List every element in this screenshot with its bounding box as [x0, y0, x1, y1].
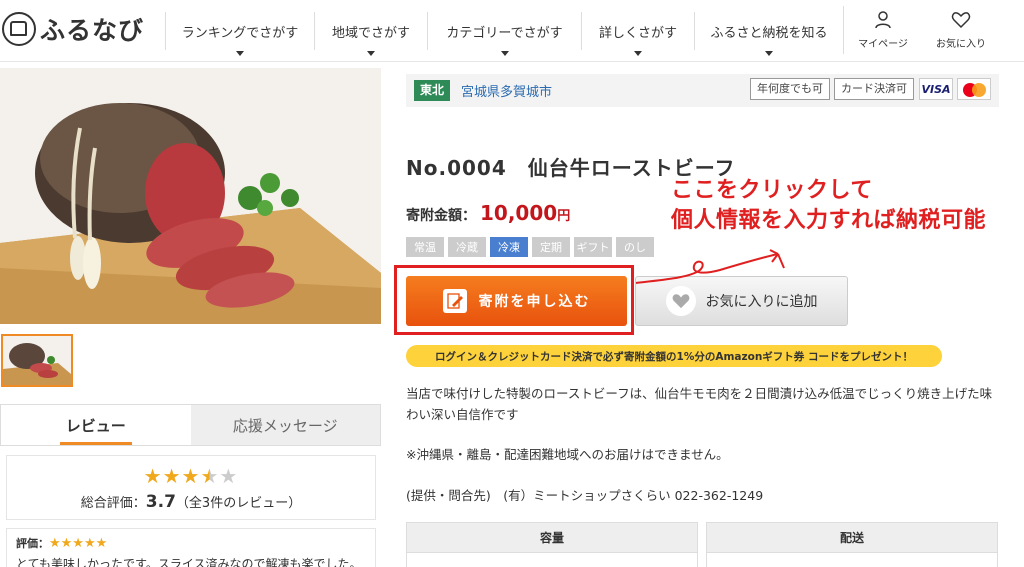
nav-region[interactable]: 地域でさがす: [314, 12, 427, 56]
apply-donation-button[interactable]: 寄附を申し込む: [406, 276, 627, 326]
nav-detail-search[interactable]: 詳しくさがす: [581, 12, 694, 56]
tag-gift: ギフト: [574, 237, 612, 257]
nav-label: ふるさと納税を知る: [710, 25, 828, 41]
nav-category[interactable]: カテゴリーでさがす: [427, 12, 581, 56]
star-icon: ★: [181, 464, 201, 488]
mastercard-icon: [957, 78, 991, 100]
tag-noshi: のし: [616, 237, 654, 257]
price-label: 寄附金額：: [406, 208, 476, 224]
nav-label: ランキングでさがす: [181, 25, 299, 41]
delivery-tags: 常温 冷蔵 冷凍 定期 ギフト のし: [406, 237, 658, 257]
star-icon: ★: [143, 464, 163, 488]
city-link[interactable]: 宮城県多賀城市: [461, 81, 552, 100]
caret-down-icon: [236, 51, 244, 56]
overall-count: （全3件のレビュー）: [175, 496, 302, 511]
nav-label: 詳しくさがす: [598, 25, 677, 41]
user-icon: [875, 11, 891, 29]
tab-support-message[interactable]: 応援メッセージ: [190, 405, 380, 445]
overall-label: 総合評価：: [80, 496, 146, 511]
delivery-notice: ※沖縄県・離島・配達困難地域へのお届けはできません。: [406, 447, 729, 462]
review-text: とても美味しかったです。スライス済みなので解凍も楽でした。: [16, 557, 362, 567]
header-icon-links: マイページ お気に入り: [843, 6, 1000, 54]
nav-label: カテゴリーでさがす: [446, 25, 563, 41]
review-rating-label: 評価：: [16, 537, 49, 550]
apply-label: 寄附を申し込む: [478, 294, 591, 310]
main-nav: ランキングでさがす 地域でさがす カテゴリーでさがす 詳しくさがす ふるさと納税…: [165, 12, 843, 56]
payment-tags: 年何度でも可 カード決済可 VISA: [746, 78, 991, 100]
price-value: 10,000: [480, 201, 558, 225]
add-favorite-button[interactable]: お気に入りに追加: [635, 276, 848, 326]
spec-delivery: 配送: [706, 522, 998, 567]
site-logo[interactable]: ふるなび: [2, 9, 144, 49]
tag-refrigerated: 冷蔵: [448, 237, 486, 257]
caret-down-icon: [634, 51, 642, 56]
spec-delivery-header: 配送: [707, 523, 997, 553]
product-description: 当店で味付けした特製のローストビーフは、仙台牛モモ肉を２日間漬け込み低温でじっく…: [406, 386, 993, 422]
site-header: ふるなび ランキングでさがす 地域でさがす カテゴリーでさがす 詳しくさがす ふ…: [0, 0, 1024, 62]
region-badge[interactable]: 東北: [414, 80, 451, 101]
star-empty-icon: ★: [219, 464, 239, 488]
star-half-icon: ★: [200, 464, 220, 488]
caret-down-icon: [765, 51, 773, 56]
heart-icon: [665, 286, 696, 316]
pay-tag-multiple-times: 年何度でも可: [750, 78, 830, 100]
thumbnail-photo: [3, 336, 71, 385]
overall-value: 3.7: [145, 492, 176, 512]
annotation-text: ここをクリックして 個人情報を入力すれば納税可能: [671, 176, 986, 236]
tab-review[interactable]: レビュー: [1, 405, 191, 445]
rating-stars: ★★★★★: [7, 464, 375, 488]
price-row: 寄附金額： 10,000 円: [406, 201, 570, 225]
price-unit: 円: [557, 209, 571, 224]
review-item: 評価：★★★★★ とても美味しかったです。スライス済みなので解凍も楽でした。: [6, 528, 376, 567]
annotation-line-2: 個人情報を入力すれば納税可能: [671, 208, 987, 233]
caret-down-icon: [500, 51, 509, 56]
roast-beef-photo: [0, 68, 381, 324]
tag-ambient: 常温: [406, 237, 444, 257]
nav-label: 地域でさがす: [331, 25, 410, 41]
annotation-line-1: ここをクリックして: [671, 178, 873, 203]
heart-icon: [951, 12, 971, 29]
favorites-link[interactable]: お気に入り: [922, 6, 1000, 54]
product-main-image[interactable]: [0, 68, 381, 324]
logo-text: ふるなび: [40, 16, 145, 45]
spec-capacity: 容量: [406, 522, 698, 567]
review-stars: ★★★★★: [49, 536, 108, 551]
mypage-label: マイページ: [858, 39, 908, 50]
nav-ranking[interactable]: ランキングでさがす: [165, 12, 314, 56]
tag-subscription: 定期: [532, 237, 570, 257]
provider-info: (提供・問合先) (有）ミートショップさくらい 022-362-1249: [406, 488, 764, 503]
promo-banner[interactable]: ログイン＆クレジットカード決済で必ず寄附金額の1%分のAmazonギフト券 コー…: [406, 345, 942, 367]
pay-tag-card: カード決済可: [834, 78, 914, 100]
region-bar: 東北 宮城県多賀城市 年何度でも可 カード決済可 VISA: [406, 74, 999, 107]
nav-about[interactable]: ふるさと納税を知る: [694, 12, 843, 56]
product-thumbnail[interactable]: [1, 334, 73, 387]
mypage-link[interactable]: マイページ: [844, 6, 922, 54]
logo-mark-icon: [2, 12, 36, 46]
favorites-label: お気に入り: [936, 39, 986, 50]
review-summary: ★★★★★ 総合評価：3.7（全3件のレビュー）: [6, 455, 376, 520]
tag-frozen: 冷凍: [490, 237, 528, 257]
overall-rating: 総合評価：3.7（全3件のレビュー）: [7, 492, 375, 512]
star-icon: ★: [162, 464, 182, 488]
spec-capacity-header: 容量: [407, 523, 697, 553]
pencil-icon: [442, 289, 467, 313]
favorite-label: お気に入りに追加: [705, 294, 818, 310]
caret-down-icon: [367, 51, 375, 56]
review-tabs: レビュー 応援メッセージ: [0, 404, 381, 446]
visa-icon: VISA: [919, 78, 953, 100]
